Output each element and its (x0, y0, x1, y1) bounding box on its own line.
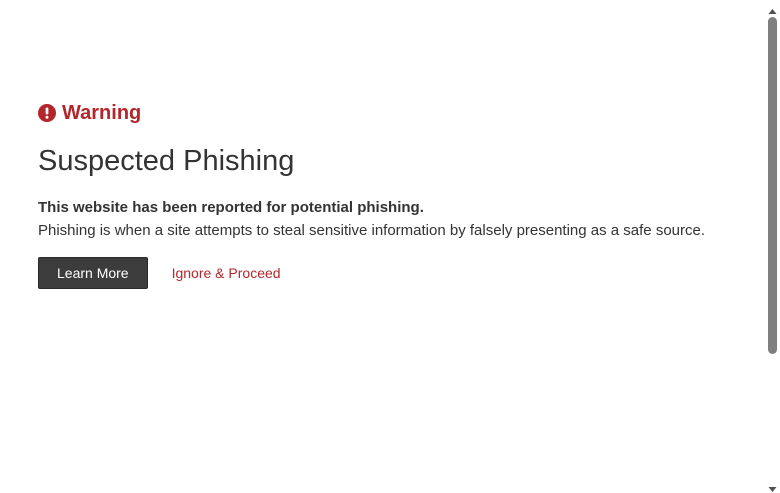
warning-content: Warning Suspected Phishing This website … (38, 100, 760, 289)
triangle-up-icon[interactable] (768, 3, 777, 14)
action-bar: Learn More Ignore & Proceed (38, 257, 760, 289)
learn-more-button[interactable]: Learn More (38, 257, 148, 289)
phishing-warning-page: Warning Suspected Phishing This website … (0, 0, 780, 493)
warning-label: Warning (62, 102, 142, 124)
ignore-and-proceed-link[interactable]: Ignore & Proceed (172, 265, 281, 281)
triangle-down-icon[interactable] (768, 481, 777, 492)
warning-header: Warning (38, 100, 760, 126)
warning-summary: This website has been reported for poten… (38, 199, 424, 216)
page-title: Suspected Phishing (38, 145, 295, 177)
scrollbar-thumb[interactable] (768, 17, 777, 354)
exclamation-circle-icon (38, 104, 56, 122)
vertical-scrollbar[interactable] (765, 0, 780, 493)
phishing-explanation: Phishing is when a site attempts to stea… (38, 222, 706, 239)
